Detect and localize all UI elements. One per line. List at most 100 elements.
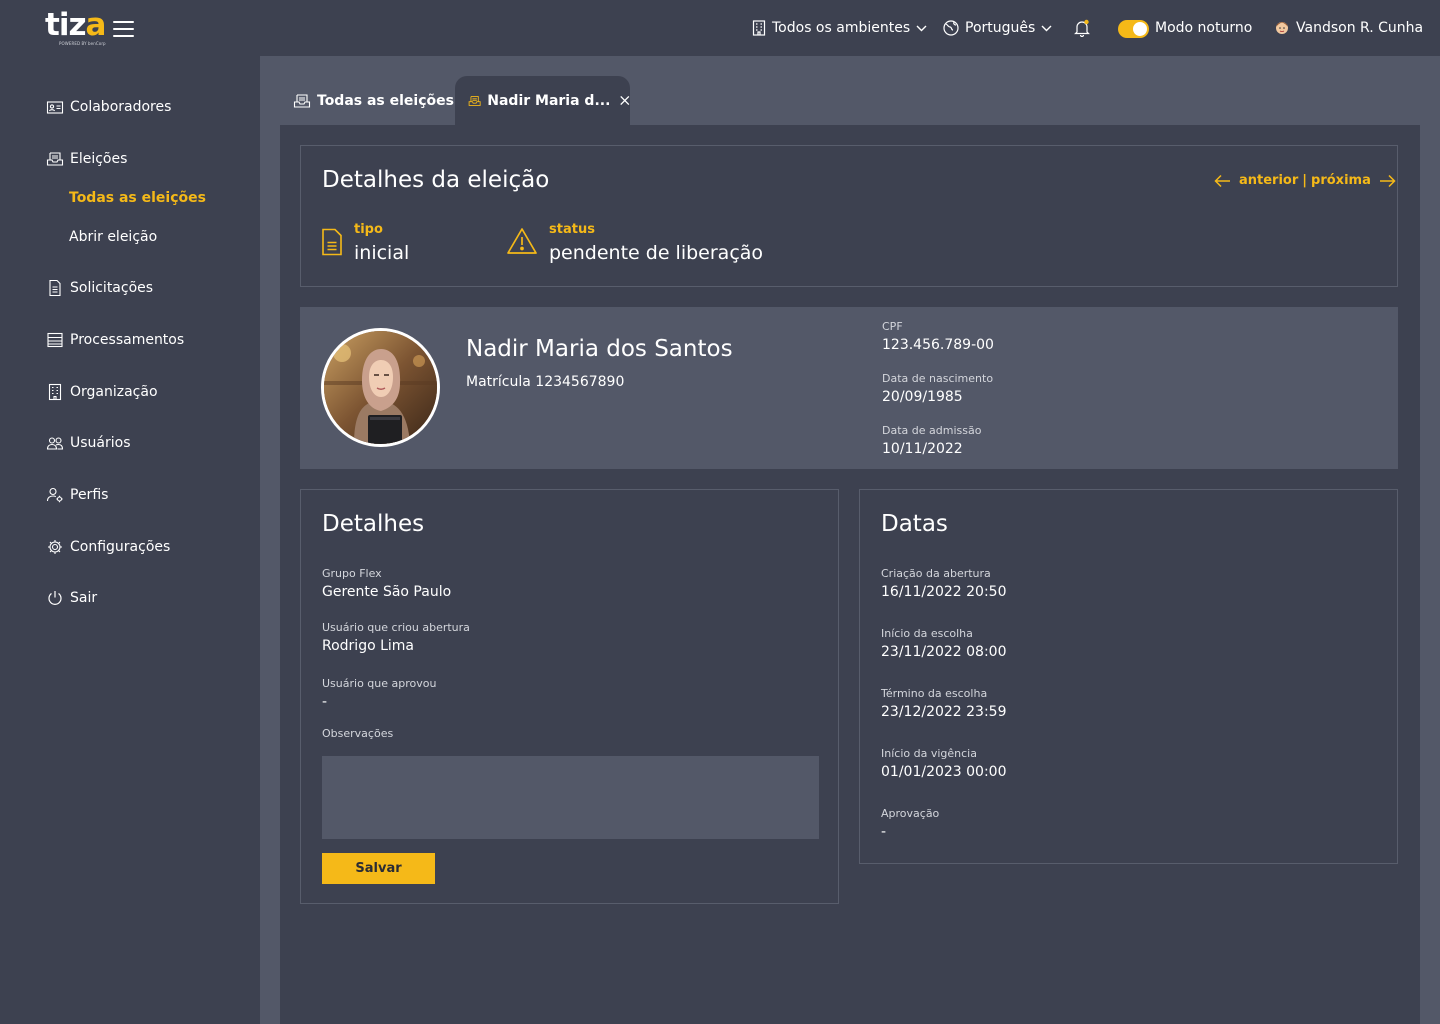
type-value: inicial xyxy=(354,242,410,264)
power-icon xyxy=(48,591,62,605)
hamburger-line xyxy=(113,35,134,37)
sidebar-item-label: Colaboradores xyxy=(70,99,172,115)
globe-icon xyxy=(943,20,959,36)
sidebar-item-perfis[interactable]: Perfis xyxy=(46,484,108,506)
date-label: Início da vigência xyxy=(881,747,977,760)
logo-tagline: POWERED BY benCorp xyxy=(59,41,106,46)
building-icon xyxy=(48,383,62,401)
logo-text: tiz xyxy=(45,7,86,43)
date-value: 16/11/2022 20:50 xyxy=(881,584,1007,600)
type-label: tipo xyxy=(354,222,383,237)
admission-date-value: 10/11/2022 xyxy=(882,441,963,457)
user-menu[interactable]: Vandson R. Cunha xyxy=(1274,17,1423,39)
notes-textarea[interactable] xyxy=(322,756,819,839)
toggle-knob xyxy=(1133,22,1147,36)
sidebar-item-label: Solicitações xyxy=(70,280,154,296)
election-title: Detalhes da eleição xyxy=(322,167,550,193)
details-title: Detalhes xyxy=(322,511,425,537)
record-pager: anterior | próxima xyxy=(1214,173,1396,188)
sidebar-item-label: Eleições xyxy=(70,151,128,167)
id-card-icon xyxy=(46,101,64,114)
inbox-tray-icon xyxy=(468,95,481,106)
employee-photo xyxy=(324,331,437,444)
approver-label: Usuário que aprovou xyxy=(322,677,437,690)
sidebar-item-label: Processamentos xyxy=(70,332,185,348)
employee-profile: Nadir Maria dos Santos Matrícula 1234567… xyxy=(300,307,1398,469)
menu-toggle-button[interactable] xyxy=(113,18,135,38)
status-label: status xyxy=(549,222,595,237)
user-name: Vandson R. Cunha xyxy=(1296,20,1424,36)
building-icon xyxy=(752,20,766,36)
sidebar-item-solicitacoes[interactable]: Solicitações xyxy=(46,277,153,299)
sidebar-item-label: Configurações xyxy=(70,539,171,555)
birth-date-label: Data de nascimento xyxy=(882,372,994,385)
language-selector[interactable]: Português xyxy=(943,17,1052,39)
sidebar-item-configuracoes[interactable]: Configurações xyxy=(46,536,170,558)
sidebar-item-colaboradores[interactable]: Colaboradores xyxy=(46,96,171,118)
details-card xyxy=(300,489,839,904)
cpf-label: CPF xyxy=(882,320,903,333)
date-value: 23/11/2022 08:00 xyxy=(881,644,1007,660)
next-link[interactable]: próxima xyxy=(1311,173,1371,188)
pager-separator: | xyxy=(1302,173,1308,188)
sidebar-item-sair[interactable]: Sair xyxy=(46,587,97,609)
notifications-button[interactable] xyxy=(1074,17,1090,39)
sidebar-item-label: Usuários xyxy=(70,435,131,451)
creator-value: Rodrigo Lima xyxy=(322,638,415,654)
group-value: Gerente São Paulo xyxy=(322,584,452,600)
language-label: Português xyxy=(965,20,1036,36)
document-icon xyxy=(49,279,61,297)
tiza-logo[interactable]: tiza POWERED BY benCorp xyxy=(45,7,107,50)
sidebar-subitem-todas-as-eleicoes[interactable]: Todas as eleições xyxy=(69,190,206,206)
warning-icon xyxy=(507,228,537,254)
dark-mode-toggle[interactable] xyxy=(1118,20,1149,38)
sidebar-item-label: Perfis xyxy=(70,487,109,503)
date-value: 01/01/2023 00:00 xyxy=(881,764,1007,780)
sidebar-item-usuarios[interactable]: Usuários xyxy=(46,432,131,454)
dark-mode-label: Modo noturno xyxy=(1155,20,1253,36)
tab-nadir-maria[interactable]: Nadir Maria d... xyxy=(455,76,630,125)
inbox-tray-icon xyxy=(293,93,311,108)
group-label: Grupo Flex xyxy=(322,567,382,580)
chevron-down-icon xyxy=(916,25,927,31)
list-icon xyxy=(47,332,63,348)
notes-label: Observações xyxy=(322,727,394,740)
tab-label: Nadir Maria d... xyxy=(487,92,611,109)
cpf-value: 123.456.789-00 xyxy=(882,337,994,353)
dates-title: Datas xyxy=(881,511,948,537)
creator-label: Usuário que criou abertura xyxy=(322,621,470,634)
employee-avatar xyxy=(321,328,440,447)
user-avatar-icon xyxy=(1276,22,1288,34)
arrow-left-icon[interactable] xyxy=(1214,174,1231,188)
environment-label: Todos os ambientes xyxy=(772,20,911,36)
tab-label: Todas as eleições xyxy=(317,92,454,109)
sidebar-item-label: Sair xyxy=(70,590,98,606)
environment-selector[interactable]: Todos os ambientes xyxy=(752,17,927,39)
users-icon xyxy=(46,437,64,450)
logo-accent: a xyxy=(85,7,107,43)
user-gear-icon xyxy=(46,487,63,503)
date-value: - xyxy=(881,824,887,840)
dates-card xyxy=(859,489,1398,864)
sidebar-item-organizacao[interactable]: Organização xyxy=(46,381,158,403)
arrow-right-icon[interactable] xyxy=(1379,174,1396,188)
date-value: 23/12/2022 23:59 xyxy=(881,704,1007,720)
save-button[interactable]: Salvar xyxy=(322,853,435,884)
inbox-tray-icon xyxy=(46,152,64,166)
employee-name: Nadir Maria dos Santos xyxy=(466,336,733,362)
hamburger-line xyxy=(113,28,134,30)
date-label: Criação da abertura xyxy=(881,567,991,580)
admission-date-label: Data de admissão xyxy=(882,424,982,437)
top-bar: tiza POWERED BY benCorp Todos os ambient… xyxy=(0,0,1440,56)
close-icon[interactable] xyxy=(620,94,630,107)
previous-link[interactable]: anterior xyxy=(1239,173,1298,188)
date-label: Início da escolha xyxy=(881,627,973,640)
employee-registration: Matrícula 1234567890 xyxy=(466,374,625,390)
tab-todas-as-eleicoes[interactable]: Todas as eleições xyxy=(293,76,454,125)
hamburger-line xyxy=(113,21,134,23)
sidebar-subitem-abrir-eleicao[interactable]: Abrir eleição xyxy=(69,229,157,245)
sidebar-item-processamentos[interactable]: Processamentos xyxy=(46,329,184,351)
bell-icon xyxy=(1074,19,1090,37)
sidebar-item-eleicoes[interactable]: Eleições xyxy=(46,148,127,170)
birth-date-value: 20/09/1985 xyxy=(882,389,963,405)
